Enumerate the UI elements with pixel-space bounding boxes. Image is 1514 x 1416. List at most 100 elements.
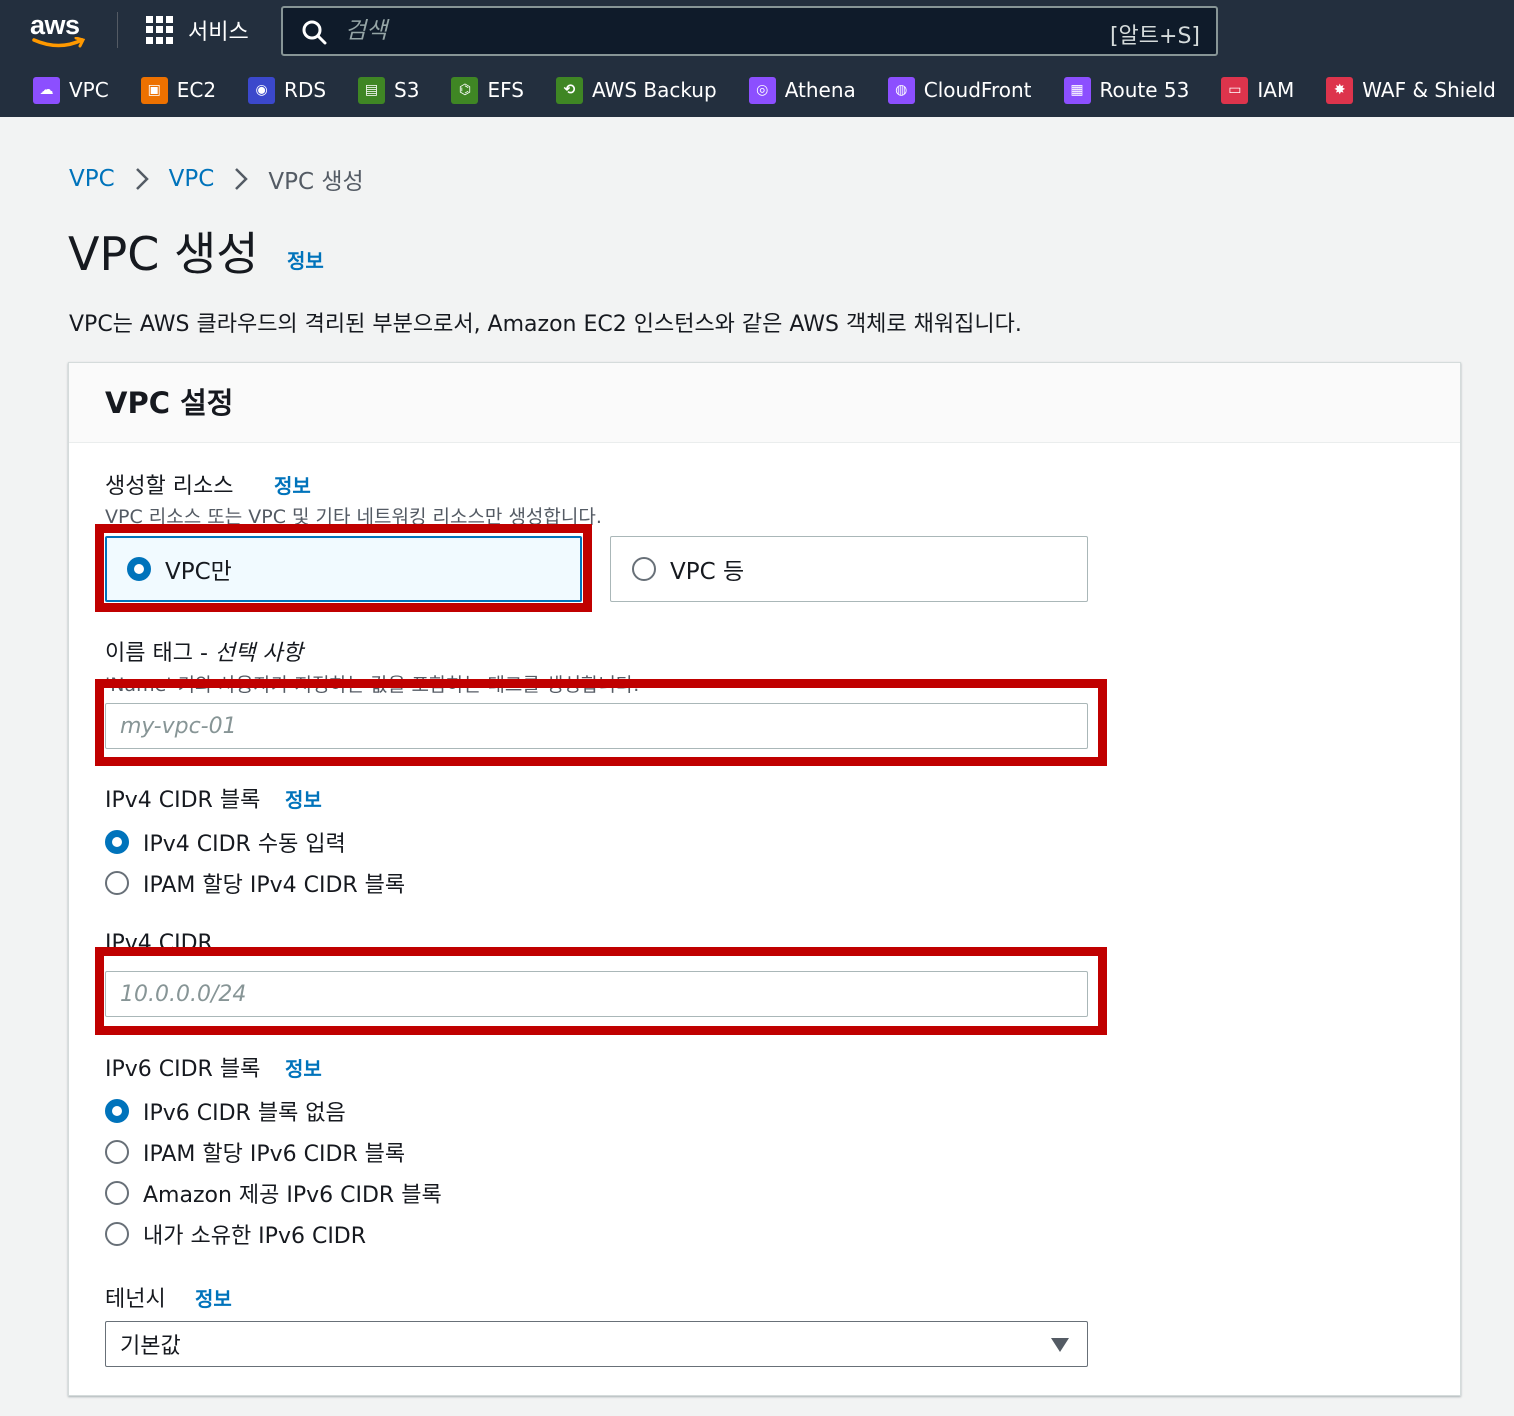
- breadcrumb-vpc[interactable]: VPC: [169, 166, 215, 192]
- favorite-label: VPC: [69, 78, 109, 102]
- favorite-efs[interactable]: ⌬ EFS: [451, 76, 524, 104]
- page-info-link[interactable]: 정보: [287, 245, 324, 274]
- resources-description: VPC 리소스 또는 VPC 및 기타 네트워킹 리소스만 생성합니다.: [105, 506, 602, 528]
- favorite-backup[interactable]: ⟲ AWS Backup: [555, 76, 717, 104]
- route53-icon: ▦: [1063, 76, 1091, 104]
- ipv4-cidr-input[interactable]: [105, 971, 1088, 1017]
- ipv6-byoip-option[interactable]: 내가 소유한 IPv6 CIDR: [105, 1218, 366, 1250]
- services-grid-icon: [146, 16, 174, 44]
- favorite-label: CloudFront: [923, 78, 1032, 102]
- panel-header: VPC 설정: [69, 363, 1460, 443]
- page-description: VPC는 AWS 클라우드의 격리된 부분으로서, Amazon EC2 인스턴…: [69, 312, 1022, 337]
- favorite-label: WAF & Shield: [1362, 78, 1496, 102]
- vpc-and-more-label: VPC 등: [670, 559, 745, 585]
- nav-divider: [117, 12, 118, 48]
- search-box[interactable]: [알트+S]: [281, 6, 1218, 56]
- ipv6-byoip-label: 내가 소유한 IPv6 CIDR: [143, 1224, 367, 1249]
- vpc-icon: ☁: [33, 76, 60, 104]
- favorite-ec2[interactable]: ▣ EC2: [140, 76, 217, 104]
- search-icon: [302, 20, 327, 45]
- ipv4-manual-label: IPv4 CIDR 수동 입력: [143, 832, 346, 857]
- page-title: VPC 생성: [68, 227, 259, 281]
- name-tag-optional: 선택 사항: [214, 641, 303, 666]
- ipv6-amazon-label: Amazon 제공 IPv6 CIDR 블록: [143, 1183, 442, 1208]
- radio-ipv4-ipam[interactable]: [105, 871, 129, 895]
- vpc-settings-panel: VPC 설정 생성할 리소스 정보 VPC 리소스 또는 VPC 및 기타 네트…: [68, 362, 1461, 1396]
- vpc-only-label: VPC만: [165, 559, 232, 585]
- ec2-icon: ▣: [140, 76, 168, 104]
- s3-icon: ▤: [358, 76, 386, 104]
- favorite-athena[interactable]: ◎ Athena: [748, 76, 856, 104]
- favorite-label: RDS: [284, 78, 327, 102]
- favorite-waf[interactable]: ✸ WAF & Shield: [1326, 76, 1496, 104]
- ipv4-manual-option[interactable]: IPv4 CIDR 수동 입력: [105, 826, 346, 858]
- panel-title: VPC 설정: [105, 386, 234, 420]
- tenancy-select[interactable]: 기본값: [105, 1321, 1088, 1367]
- ipv6-amazon-option[interactable]: Amazon 제공 IPv6 CIDR 블록: [105, 1177, 442, 1209]
- resources-label: 생성할 리소스: [105, 474, 234, 499]
- ipv4-block-info-link[interactable]: 정보: [285, 784, 322, 813]
- ipv4-ipam-option[interactable]: IPAM 할당 IPv4 CIDR 블록: [105, 867, 405, 899]
- name-tag-description: 'Name' 키와 사용자가 지정하는 값을 포함하는 태그를 생성합니다.: [105, 674, 640, 696]
- services-label: 서비스: [188, 20, 249, 45]
- backup-icon: ⟲: [555, 76, 583, 104]
- caret-down-icon: [1051, 1338, 1069, 1352]
- efs-icon: ⌬: [451, 76, 479, 104]
- favorite-label: AWS Backup: [591, 78, 717, 102]
- breadcrumb: VPC VPC VPC 생성: [69, 162, 364, 196]
- vpc-and-more-option[interactable]: VPC 등: [610, 536, 1088, 602]
- favorite-cloudfront[interactable]: ◍ CloudFront: [887, 76, 1032, 104]
- ipv6-ipam-label: IPAM 할당 IPv6 CIDR 블록: [143, 1142, 406, 1167]
- search-shortcut-hint: [알트+S]: [1109, 24, 1200, 49]
- radio-vpc-and-more[interactable]: [632, 557, 656, 581]
- athena-icon: ◎: [748, 76, 776, 104]
- favorite-label: Athena: [784, 78, 856, 102]
- resources-info-link[interactable]: 정보: [274, 470, 311, 499]
- tenancy-label: 테넌시: [105, 1287, 166, 1312]
- ipv6-none-label: IPv6 CIDR 블록 없음: [143, 1101, 346, 1126]
- favorite-route53[interactable]: ▦ Route 53: [1063, 76, 1190, 104]
- top-navigation: aws 서비스 [알트+S] ☁ VPC ▣ EC2 ◉ RDS ▤ S3 ⌬ EFS ⟲ AWS B…: [0, 0, 1514, 117]
- radio-ipv6-ipam[interactable]: [105, 1140, 129, 1164]
- favorite-label: EFS: [487, 78, 524, 102]
- chevron-right-icon: [135, 168, 149, 190]
- ipv6-block-label: IPv6 CIDR 블록: [105, 1057, 261, 1082]
- cloudfront-icon: ◍: [887, 76, 915, 104]
- name-tag-input[interactable]: [105, 703, 1088, 749]
- chevron-right-icon: [235, 168, 249, 190]
- rds-icon: ◉: [248, 76, 276, 104]
- favorite-rds[interactable]: ◉ RDS: [248, 76, 327, 104]
- radio-ipv6-byoip[interactable]: [105, 1222, 129, 1246]
- ipv4-cidr-label: IPv4 CIDR: [105, 931, 213, 956]
- breadcrumb-current: VPC 생성: [268, 169, 364, 195]
- aws-smile-icon: [32, 37, 86, 48]
- vpc-only-option[interactable]: VPC만: [105, 536, 582, 602]
- favorite-s3[interactable]: ▤ S3: [358, 76, 420, 104]
- ipv6-block-info-link[interactable]: 정보: [285, 1053, 322, 1082]
- favorite-label: S3: [394, 78, 420, 102]
- waf-icon: ✸: [1326, 76, 1354, 104]
- radio-vpc-only[interactable]: [127, 557, 151, 581]
- ipv4-block-label: IPv4 CIDR 블록: [105, 788, 261, 813]
- services-menu-button[interactable]: 서비스: [146, 13, 249, 47]
- favorite-iam[interactable]: ▭ IAM: [1221, 76, 1295, 104]
- favorite-vpc[interactable]: ☁ VPC: [33, 76, 109, 104]
- iam-icon: ▭: [1221, 76, 1249, 104]
- tenancy-value: 기본값: [120, 1334, 181, 1359]
- ipv6-ipam-option[interactable]: IPAM 할당 IPv6 CIDR 블록: [105, 1136, 405, 1168]
- search-input[interactable]: [345, 14, 1045, 48]
- radio-ipv4-manual[interactable]: [105, 830, 129, 854]
- radio-ipv6-none[interactable]: [105, 1099, 129, 1123]
- aws-logo[interactable]: aws: [30, 10, 90, 50]
- ipv4-ipam-label: IPAM 할당 IPv4 CIDR 블록: [143, 873, 406, 898]
- favorite-label: Route 53: [1099, 78, 1190, 102]
- tenancy-info-link[interactable]: 정보: [195, 1283, 232, 1312]
- breadcrumb-vpc-root[interactable]: VPC: [69, 166, 115, 192]
- ipv6-none-option[interactable]: IPv6 CIDR 블록 없음: [105, 1095, 346, 1127]
- name-tag-label: 이름 태그 - 선택 사항: [105, 635, 303, 667]
- name-tag-label-text: 이름 태그 -: [105, 641, 215, 666]
- favorite-label: EC2: [176, 78, 217, 102]
- favorites-bar: ☁ VPC ▣ EC2 ◉ RDS ▤ S3 ⌬ EFS ⟲ AWS Backup ◎ Athena ◍ Cl…: [0, 70, 1514, 110]
- favorite-label: IAM: [1257, 78, 1295, 102]
- radio-ipv6-amazon[interactable]: [105, 1181, 129, 1205]
